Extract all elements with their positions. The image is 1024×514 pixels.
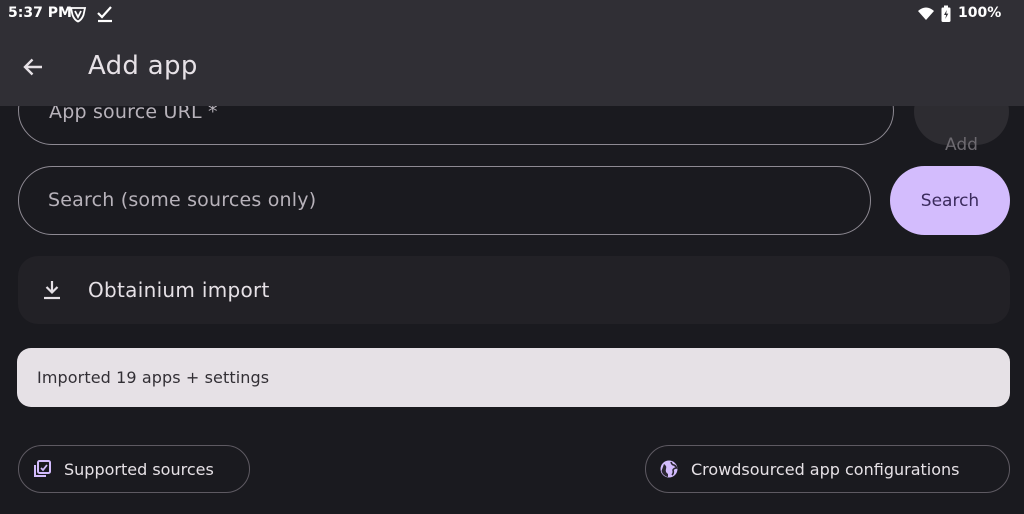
- wifi-icon: [917, 5, 935, 23]
- add-button-label: Add: [945, 134, 978, 155]
- back-button[interactable]: [14, 48, 52, 86]
- battery-percentage: 100%: [958, 5, 1002, 21]
- supported-sources-button[interactable]: Supported sources: [18, 445, 250, 493]
- globe-icon: [659, 459, 679, 479]
- download-icon: [41, 278, 63, 302]
- checkmark-icon: [96, 5, 114, 23]
- crowdsourced-configurations-button[interactable]: Crowdsourced app configurations: [645, 445, 1010, 493]
- vpn-shield-icon: [69, 5, 87, 23]
- status-time: 5:37 PM: [8, 5, 72, 21]
- snackbar-message: Imported 19 apps + settings: [37, 368, 270, 387]
- search-button[interactable]: Search: [890, 166, 1010, 235]
- obtainium-import-tile[interactable]: Obtainium import: [18, 256, 1010, 324]
- status-bar: 5:37 PM 100%: [0, 0, 1024, 28]
- obtainium-import-label: Obtainium import: [88, 278, 270, 302]
- page-title: Add app: [88, 51, 198, 81]
- add-app-screen: App source URL * Add Search (some source…: [0, 0, 1024, 514]
- snackbar: Imported 19 apps + settings: [17, 348, 1010, 407]
- search-field[interactable]: Search (some sources only): [18, 166, 871, 235]
- top-app-bar: 5:37 PM 100% Add app: [0, 0, 1024, 106]
- arrow-back-icon: [22, 56, 44, 78]
- search-button-label: Search: [920, 190, 980, 211]
- search-placeholder: Search (some sources only): [48, 189, 317, 211]
- crowdsourced-configurations-label: Crowdsourced app configurations: [691, 459, 960, 479]
- battery-icon: [940, 5, 958, 23]
- library-icon: [32, 459, 52, 479]
- supported-sources-label: Supported sources: [64, 459, 214, 479]
